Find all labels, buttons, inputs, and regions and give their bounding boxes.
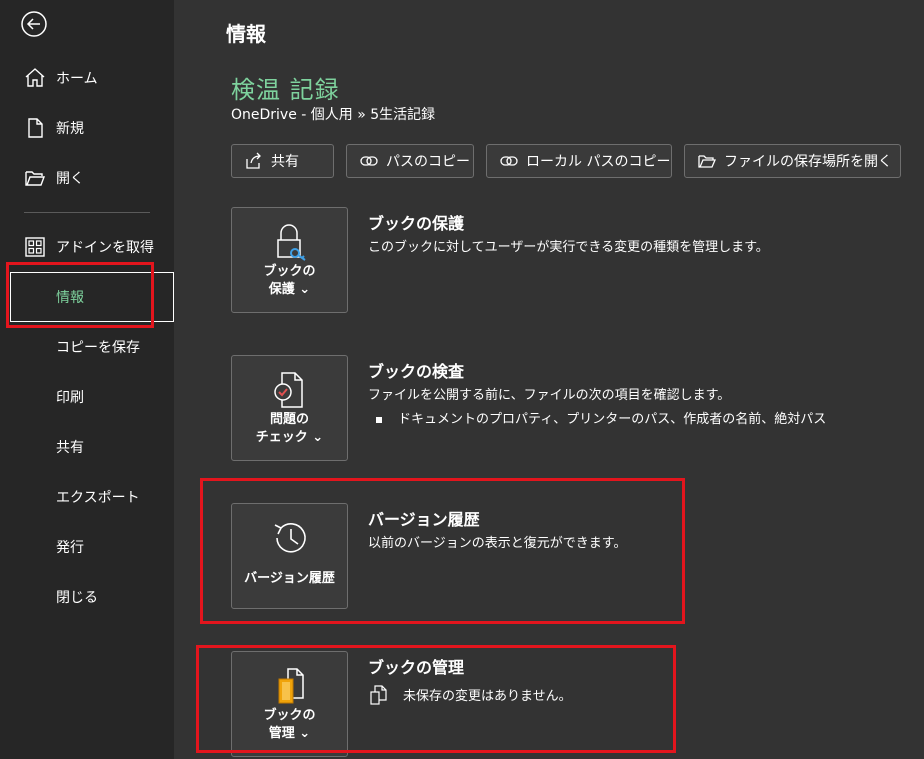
sidebar-item-label: 新規 [56,121,84,137]
addins-grid-icon [25,237,45,257]
inspect-workbook-bullet: ドキュメントのプロパティ、プリンターのパス、作成者の名前、絶対パス [376,408,826,427]
manage-workbook-button-label-line1: ブックの [263,708,316,723]
sidebar-item-label: アドインを取得 [56,240,154,256]
share-icon [246,152,261,169]
copy-path-button-label: パスのコピー [386,154,470,170]
inspect-workbook-bullet-text: ドキュメントのプロパティ、プリンターのパス、作成者の名前、絶対パス [398,412,827,427]
inspect-workbook-title: ブックの検査 [368,362,465,381]
version-history-button[interactable]: バージョン履歴 [231,503,348,609]
back-arrow-icon [21,11,47,37]
manage-workbook-description: 未保存の変更はありません。 [403,689,572,704]
document-status-icon [370,685,387,705]
protect-workbook-button[interactable]: ブックの 保護 ⌄ [231,207,348,313]
history-clock-icon [274,523,306,553]
protect-workbook-title: ブックの保護 [368,214,465,233]
sidebar-item-get-addins[interactable]: アドインを取得 [0,223,174,271]
share-button[interactable]: 共有 [231,144,334,178]
folder-open-icon [698,155,716,168]
folder-open-icon [25,171,46,186]
sidebar-divider [24,212,150,213]
link-icon [500,156,518,166]
backstage-sidebar: ホーム 新規 開く アドインを取得 情報 コピーを保存 印刷 共有 エクスポート… [0,0,174,759]
check-for-issues-button-label-line1: 問題の [269,412,309,427]
sidebar-item-label: 印刷 [56,390,84,406]
link-icon [360,156,378,166]
home-icon [25,68,45,87]
sidebar-item-print[interactable]: 印刷 [0,373,174,421]
check-for-issues-button[interactable]: 問題の チェック ⌄ [231,355,348,461]
share-button-label: 共有 [271,154,299,170]
sidebar-item-new[interactable]: 新規 [0,104,174,152]
sidebar-item-label: 情報 [56,290,84,306]
protect-workbook-description: このブックに対してユーザーが実行できる変更の種類を管理します。 [368,240,769,255]
document-path: OneDrive - 個人用 » 5生活記録 [231,107,436,123]
sidebar-item-info[interactable]: 情報 [10,272,174,322]
sidebar-item-label: ホーム [56,71,98,87]
sidebar-item-label: 共有 [56,440,84,456]
version-history-title: バージョン履歴 [368,510,480,529]
version-history-button-label: バージョン履歴 [244,571,335,586]
back-button[interactable] [20,10,48,38]
inspect-workbook-description: ファイルを公開する前に、ファイルの次の項目を確認します。 [368,388,731,403]
version-history-description: 以前のバージョンの表示と復元ができます。 [368,536,627,551]
protect-workbook-button-label-line2: 保護 ⌄ [268,282,311,297]
manage-workbook-button-label-line2: 管理 ⌄ [268,726,311,741]
check-for-issues-button-label-line2: チェック ⌄ [255,430,324,445]
manage-workbook-title: ブックの管理 [368,658,465,677]
new-document-icon [28,118,43,138]
copy-path-button[interactable]: パスのコピー [346,144,474,178]
sidebar-item-open[interactable]: 開く [0,154,174,202]
sidebar-item-label: エクスポート [56,490,140,506]
manage-workbook-icon [278,668,304,704]
sidebar-item-home[interactable]: ホーム [0,54,174,102]
sidebar-item-label: 開く [56,171,84,187]
inspect-document-icon [274,372,303,408]
protect-workbook-button-label-line1: ブックの [263,264,316,279]
sidebar-item-label: 発行 [56,540,84,556]
sidebar-item-label: コピーを保存 [56,340,140,356]
sidebar-item-export[interactable]: エクスポート [0,473,174,521]
manage-workbook-button[interactable]: ブックの 管理 ⌄ [231,651,348,757]
sidebar-item-label: 閉じる [56,590,98,606]
sidebar-item-save-copy[interactable]: コピーを保存 [0,323,174,371]
open-file-location-button[interactable]: ファイルの保存場所を開く [684,144,901,178]
sidebar-item-close[interactable]: 閉じる [0,573,174,621]
page-title: 情報 [226,22,266,46]
sidebar-item-share[interactable]: 共有 [0,423,174,471]
bullet-square-icon [376,416,382,423]
copy-local-path-button-label: ローカル パスのコピー [526,154,671,170]
copy-local-path-button[interactable]: ローカル パスのコピー [486,144,672,178]
info-panel: 情報 検温 記録 OneDrive - 個人用 » 5生活記録 共有 パスのコピ… [174,0,924,759]
sidebar-item-publish[interactable]: 発行 [0,523,174,571]
open-file-location-button-label: ファイルの保存場所を開く [724,154,892,170]
document-title: 検温 記録 [231,76,340,104]
lock-key-icon [277,224,306,261]
